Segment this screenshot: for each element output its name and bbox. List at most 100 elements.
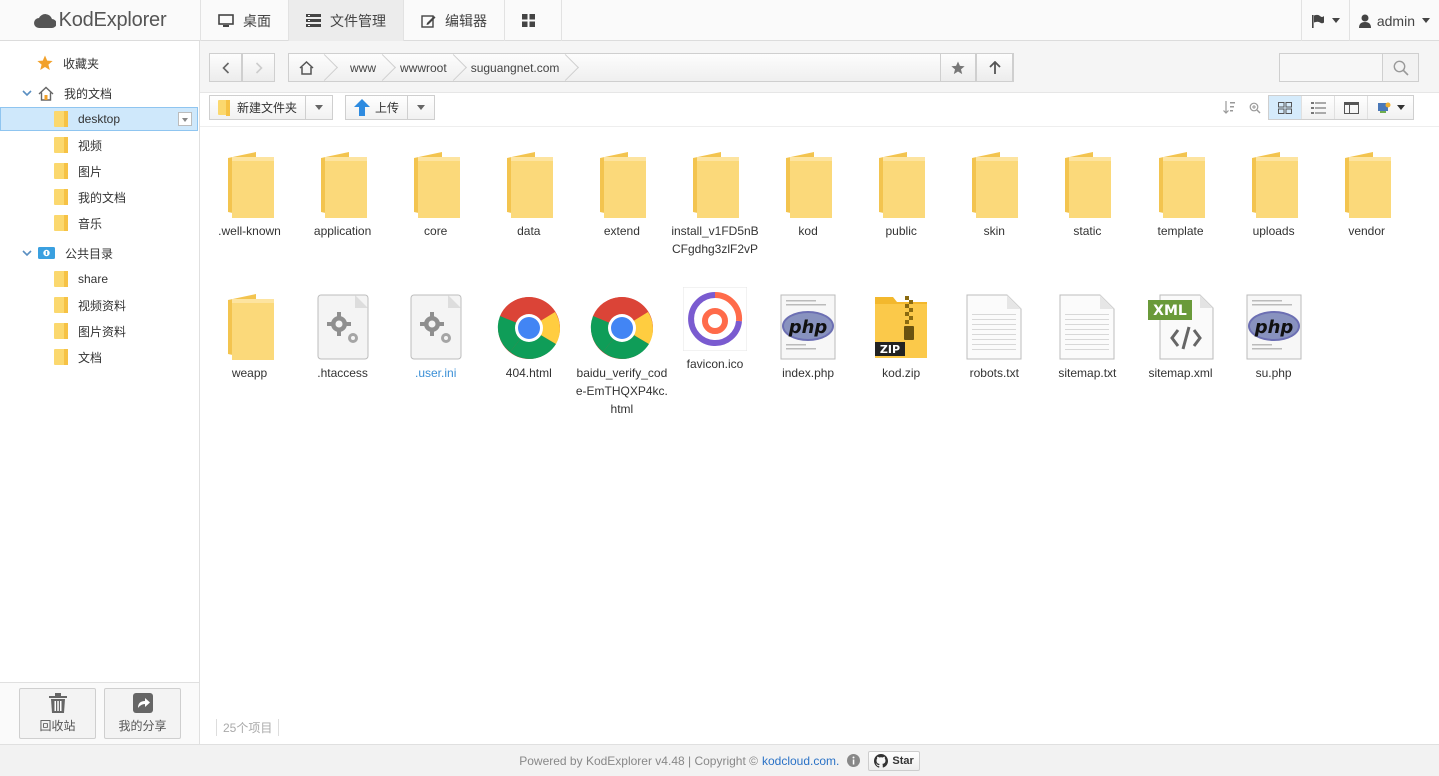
file-item-folder[interactable]: weapp	[203, 284, 296, 382]
file-item-folder[interactable]: application	[296, 142, 389, 240]
file-item-folder[interactable]: extend	[575, 142, 668, 240]
breadcrumb-home[interactable]	[289, 54, 328, 81]
new-folder-label: 新建文件夹	[237, 101, 298, 115]
sidebar-item-desktop[interactable]: desktop	[0, 107, 198, 131]
file-name: public	[885, 224, 917, 238]
file-item-folder[interactable]: skin	[948, 142, 1041, 240]
html-file-icon	[482, 284, 575, 360]
file-name: favicon.ico	[686, 357, 744, 371]
theme-icon	[1377, 102, 1390, 113]
sidebar-item-docs[interactable]: 文档	[0, 345, 198, 369]
file-name: kod	[798, 224, 818, 238]
file-name: vendor	[1348, 224, 1386, 238]
nav-apps[interactable]	[505, 0, 562, 41]
github-star-button[interactable]: Star	[868, 750, 920, 771]
new-folder-button[interactable]: 新建文件夹	[209, 95, 334, 120]
upload-button[interactable]: 上传	[345, 95, 436, 120]
upload-main[interactable]: 上传	[346, 96, 409, 119]
file-name: su.php	[1255, 366, 1292, 380]
file-item-folder[interactable]: static	[1041, 142, 1134, 240]
chevron-down-icon[interactable]	[178, 112, 192, 126]
chevron-down-icon	[1331, 18, 1340, 23]
file-name: index.php	[782, 366, 835, 380]
top-right-menu: admin	[1300, 0, 1439, 41]
file-item-php[interactable]: php su.php	[1227, 284, 1320, 382]
forward-button[interactable]	[242, 53, 275, 82]
view-icon-mode[interactable]	[1269, 96, 1302, 119]
file-item-php[interactable]: php index.php	[762, 284, 855, 382]
language-menu[interactable]	[1300, 0, 1349, 41]
folder-file-icon	[1134, 142, 1227, 218]
sidebar-item-video-resources[interactable]: 视频资料	[0, 293, 198, 317]
search-input[interactable]	[1280, 54, 1382, 81]
sidebar-item-favorites[interactable]: 收藏夹	[0, 51, 198, 75]
user-name: admin	[1376, 12, 1415, 29]
file-name: baidu_verify_code-EmTHQXP4kc.html	[575, 366, 668, 416]
nav-file-manager[interactable]: 文件管理	[289, 0, 404, 41]
sort-button[interactable]	[1216, 96, 1242, 120]
breadcrumb-item[interactable]: www	[328, 54, 386, 81]
sidebar-item-videos[interactable]: 视频	[0, 133, 198, 157]
file-item-xml[interactable]: XML sitemap.xml	[1134, 284, 1227, 382]
home-icon	[299, 60, 314, 75]
favorite-button[interactable]	[940, 53, 976, 82]
sidebar-item-music[interactable]: 音乐	[0, 211, 198, 235]
item-count: 25个项目	[216, 719, 280, 736]
back-button[interactable]	[209, 53, 242, 82]
file-item-zip[interactable]: ZIP kod.zip	[855, 284, 948, 382]
footer-link[interactable]: kodcloud.com.	[762, 754, 839, 768]
nav-desktop[interactable]: 桌面	[201, 0, 289, 41]
sidebar-item-my-docs[interactable]: 我的文档	[0, 81, 198, 105]
sidebar-footer: 回收站 我的分享	[0, 682, 199, 744]
file-name: static	[1073, 224, 1102, 238]
sidebar-item-share[interactable]: share	[0, 267, 198, 291]
sidebar-item-pictures[interactable]: 图片	[0, 159, 198, 183]
chevron-down-icon	[1422, 18, 1430, 23]
file-item-folder[interactable]: .well-known	[203, 142, 296, 240]
file-item-txt[interactable]: robots.txt	[948, 284, 1041, 382]
file-name: kod.zip	[882, 366, 921, 380]
file-item-folder[interactable]: public	[855, 142, 948, 240]
go-up-button[interactable]	[976, 53, 1013, 82]
file-item-folder[interactable]: uploads	[1227, 142, 1320, 240]
view-list-mode[interactable]	[1302, 96, 1335, 119]
file-item-txt[interactable]: sitemap.txt	[1041, 284, 1134, 382]
txt-file-icon	[948, 284, 1041, 360]
upload-dropdown[interactable]	[408, 96, 434, 119]
file-item-folder[interactable]: core	[389, 142, 482, 240]
folder-icon	[54, 189, 68, 205]
sidebar-item-documents[interactable]: 我的文档	[0, 185, 198, 209]
star-label: Star	[892, 754, 914, 767]
my-share-button[interactable]: 我的分享	[104, 688, 181, 739]
file-name: skin	[983, 224, 1005, 238]
sidebar-item-picture-resources[interactable]: 图片资料	[0, 319, 198, 343]
file-item-folder[interactable]: data	[482, 142, 575, 240]
file-name: .user.ini	[415, 366, 457, 380]
file-item-folder[interactable]: template	[1134, 142, 1227, 240]
sidebar-item-public[interactable]: 公共目录	[0, 241, 198, 265]
sidebar-item-label: 视频资料	[78, 298, 127, 313]
file-item-ico[interactable]: favicon.ico	[669, 284, 762, 373]
user-menu[interactable]: admin	[1348, 0, 1439, 41]
file-item-config[interactable]: .user.ini	[389, 284, 482, 382]
new-folder-main[interactable]: 新建文件夹	[210, 96, 307, 119]
app-logo[interactable]: KodExplorer	[0, 0, 200, 41]
file-item-folder[interactable]: vendor	[1320, 142, 1413, 240]
nav-editor[interactable]: 编辑器	[404, 0, 505, 41]
search-button[interactable]	[1382, 54, 1418, 81]
file-name: 404.html	[505, 366, 552, 380]
view-split-mode[interactable]	[1335, 96, 1368, 119]
file-item-html[interactable]: baidu_verify_code-EmTHQXP4kc.html	[575, 284, 668, 418]
info-icon[interactable]	[847, 754, 861, 767]
file-item-folder[interactable]: install_v1FD5nBCFgdhg3zlF2vP	[669, 142, 762, 258]
recycle-bin-button[interactable]: 回收站	[19, 688, 96, 739]
file-item-config[interactable]: .htaccess	[296, 284, 389, 382]
file-item-folder[interactable]: kod	[762, 142, 855, 240]
theme-menu[interactable]	[1368, 96, 1413, 119]
breadcrumb-item[interactable]: wwwroot	[386, 54, 457, 81]
breadcrumb-item[interactable]: suguangnet.com	[457, 54, 570, 81]
zoom-button[interactable]	[1242, 96, 1268, 120]
new-folder-dropdown[interactable]	[306, 96, 332, 119]
file-item-html[interactable]: 404.html	[482, 284, 575, 382]
footer-text: Powered by KodExplorer v4.48 | Copyright…	[519, 753, 758, 768]
